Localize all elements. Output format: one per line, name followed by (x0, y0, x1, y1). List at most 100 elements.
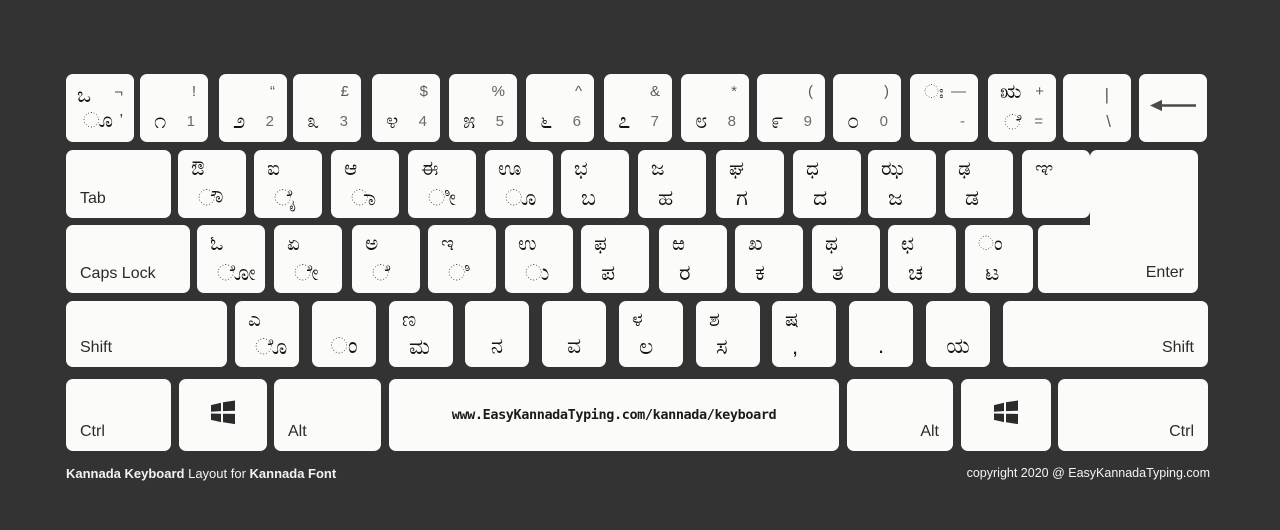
key-symbol: “ (270, 83, 275, 100)
key-glyph-lower: ೀ (428, 185, 456, 210)
key-digit-3[interactable]: £೩ 3 (293, 74, 361, 142)
key-b[interactable]: ವ (542, 301, 606, 367)
key-n[interactable]: ಳಲ (619, 301, 683, 367)
key-glyph-upper: ಢ (958, 158, 971, 180)
key-glyph-lower: ಟ (985, 260, 1000, 285)
key-glyph-upper: ಧ (806, 158, 819, 180)
key-win-right[interactable] (961, 379, 1051, 451)
windows-logo-icon (993, 400, 1019, 430)
key-s[interactable]: ಏೇ (274, 225, 342, 293)
key-digit-4[interactable]: $೪ 4 (372, 74, 440, 142)
key-digit-5[interactable]: % ೫ 5 (449, 74, 517, 142)
key-symbol-backslash: \ (1106, 112, 1111, 131)
key-x[interactable]: ಂ (312, 301, 376, 367)
key-glyph-upper: ಇ (441, 233, 454, 255)
key-ctrl-right[interactable]: Ctrl (1058, 379, 1208, 451)
key-glyph-upper: ಣ (402, 309, 417, 331)
key-glyph-lower: ು (525, 260, 550, 285)
key-alt-left[interactable]: Alt (274, 379, 381, 451)
key-digit-7[interactable]: & ೭ 7 (604, 74, 672, 142)
key-j[interactable]: ಱರ (659, 225, 727, 293)
key-z[interactable]: ಎೊ (235, 301, 299, 367)
key-glyph-upper: ಳ (632, 309, 643, 331)
key-v[interactable]: ನ (465, 301, 529, 367)
key-bracketleft[interactable]: ಢಡ (945, 150, 1013, 218)
key-l[interactable]: ಥತ (812, 225, 880, 293)
key-win-left[interactable] (179, 379, 267, 451)
key-glyph-lower: ಾ (351, 185, 377, 210)
key-backspace[interactable] (1139, 74, 1207, 142)
key-digit: 4 (418, 113, 427, 130)
key-glyph-kannada-digit: ೦ (847, 108, 860, 133)
key-w[interactable]: ಐೈ (254, 150, 322, 218)
key-o[interactable]: ಧದ (793, 150, 861, 218)
key-symbol-lower: = (1034, 113, 1043, 130)
key-backquote[interactable]: ಒ ¬ೂ ’ (66, 74, 134, 142)
key-glyph-lower: ಹ (658, 185, 674, 210)
key-g[interactable]: ಉು (505, 225, 573, 293)
key-digit-2[interactable]: “ ೨ 2 (219, 74, 287, 142)
key-digit-9[interactable]: (೯ 9 (757, 74, 825, 142)
key-glyph-kannada-digit: ೪ (386, 108, 399, 133)
key-m[interactable]: ಶಸ (696, 301, 760, 367)
key-i[interactable]: ಘಗ (716, 150, 784, 218)
key-q[interactable]: ಔೌ (178, 150, 246, 218)
key-glyph-upper: ಅ (365, 233, 379, 255)
key-glyph-single: . (877, 333, 885, 358)
key-glyph-upper: ಆ (344, 158, 358, 180)
key-glyph-lower: ಜ (888, 185, 903, 210)
footer-title-bold-1: Kannada Keyboard (66, 466, 185, 481)
key-h[interactable]: ಫಪ (581, 225, 649, 293)
key-f[interactable]: ಇಿ (428, 225, 496, 293)
key-digit-8[interactable]: * ೮ 8 (681, 74, 749, 142)
key-glyph-lower: ೇ (294, 260, 319, 285)
key-p[interactable]: ಝಜ (868, 150, 936, 218)
key-glyph-upper: ಝ (881, 158, 904, 180)
key-glyph-kannada-digit: ೮ (695, 108, 708, 133)
key-ctrl-left[interactable]: Ctrl (66, 379, 171, 451)
key-glyph-lower: ೋ (217, 260, 256, 285)
key-alt-right[interactable]: Alt (847, 379, 953, 451)
key-glyph-bottom-right: ’ (119, 112, 123, 129)
key-digit-0[interactable]: ) ೦ 0 (833, 74, 901, 142)
key-semicolon[interactable]: ಛಚ (888, 225, 956, 293)
key-digit-1[interactable]: ! ೧ 1 (140, 74, 208, 142)
key-shift-left[interactable]: Shift (66, 301, 227, 367)
key-d[interactable]: ಅೆ (352, 225, 420, 293)
key-label-caps-lock: Caps Lock (80, 265, 156, 282)
key-glyph-kannada-digit: ೭ (618, 108, 631, 133)
key-spacebar[interactable]: www.EasyKannadaTyping.com/kannada/keyboa… (389, 379, 839, 451)
key-period[interactable]: . (849, 301, 913, 367)
key-tab[interactable]: Tab (66, 150, 171, 218)
key-t[interactable]: ಊೂ (485, 150, 553, 218)
key-symbol-upper: + (1035, 83, 1044, 100)
key-comma[interactable]: ಷ, (772, 301, 836, 367)
key-k[interactable]: ಖಕ (735, 225, 803, 293)
key-backslash[interactable]: | \ (1063, 74, 1131, 142)
key-quote[interactable]: ಂ ಟ (965, 225, 1033, 293)
key-enter[interactable]: Enter (1038, 150, 1198, 293)
key-u[interactable]: ಜಹ (638, 150, 706, 218)
key-r[interactable]: ಈೀ (408, 150, 476, 218)
key-shift-right[interactable]: Shift (1003, 301, 1208, 367)
key-slash[interactable]: ಯ (926, 301, 990, 367)
backspace-arrow-icon (1148, 97, 1198, 120)
key-glyph-kannada-digit: ೨ (233, 108, 246, 133)
key-digit: 6 (572, 113, 581, 130)
key-symbol: £ (340, 83, 349, 100)
key-c[interactable]: ಣಮ (389, 301, 453, 367)
key-glyph-kannada-digit: ೩ (307, 108, 320, 133)
key-y[interactable]: ಭಬ (561, 150, 629, 218)
key-digit: 7 (650, 113, 659, 130)
footer-title-regular: Layout for (184, 466, 250, 481)
key-glyph-lower: ಕ (755, 260, 765, 285)
key-caps-lock[interactable]: Caps Lock (66, 225, 190, 293)
key-a[interactable]: ಓೋ (197, 225, 265, 293)
key-digit-6[interactable]: ^ ೬ 6 (526, 74, 594, 142)
footer-title-bold-2: Kannada Font (249, 466, 337, 481)
key-e[interactable]: ಆಾ (331, 150, 399, 218)
key-minus[interactable]: ಃ — - (910, 74, 978, 142)
key-equal[interactable]: ಋ +ೆ = (988, 74, 1056, 142)
footer-left-credit: Kannada Keyboard Layout for Kannada Font (66, 466, 336, 530)
key-glyph-lower: ಡ (965, 185, 980, 210)
